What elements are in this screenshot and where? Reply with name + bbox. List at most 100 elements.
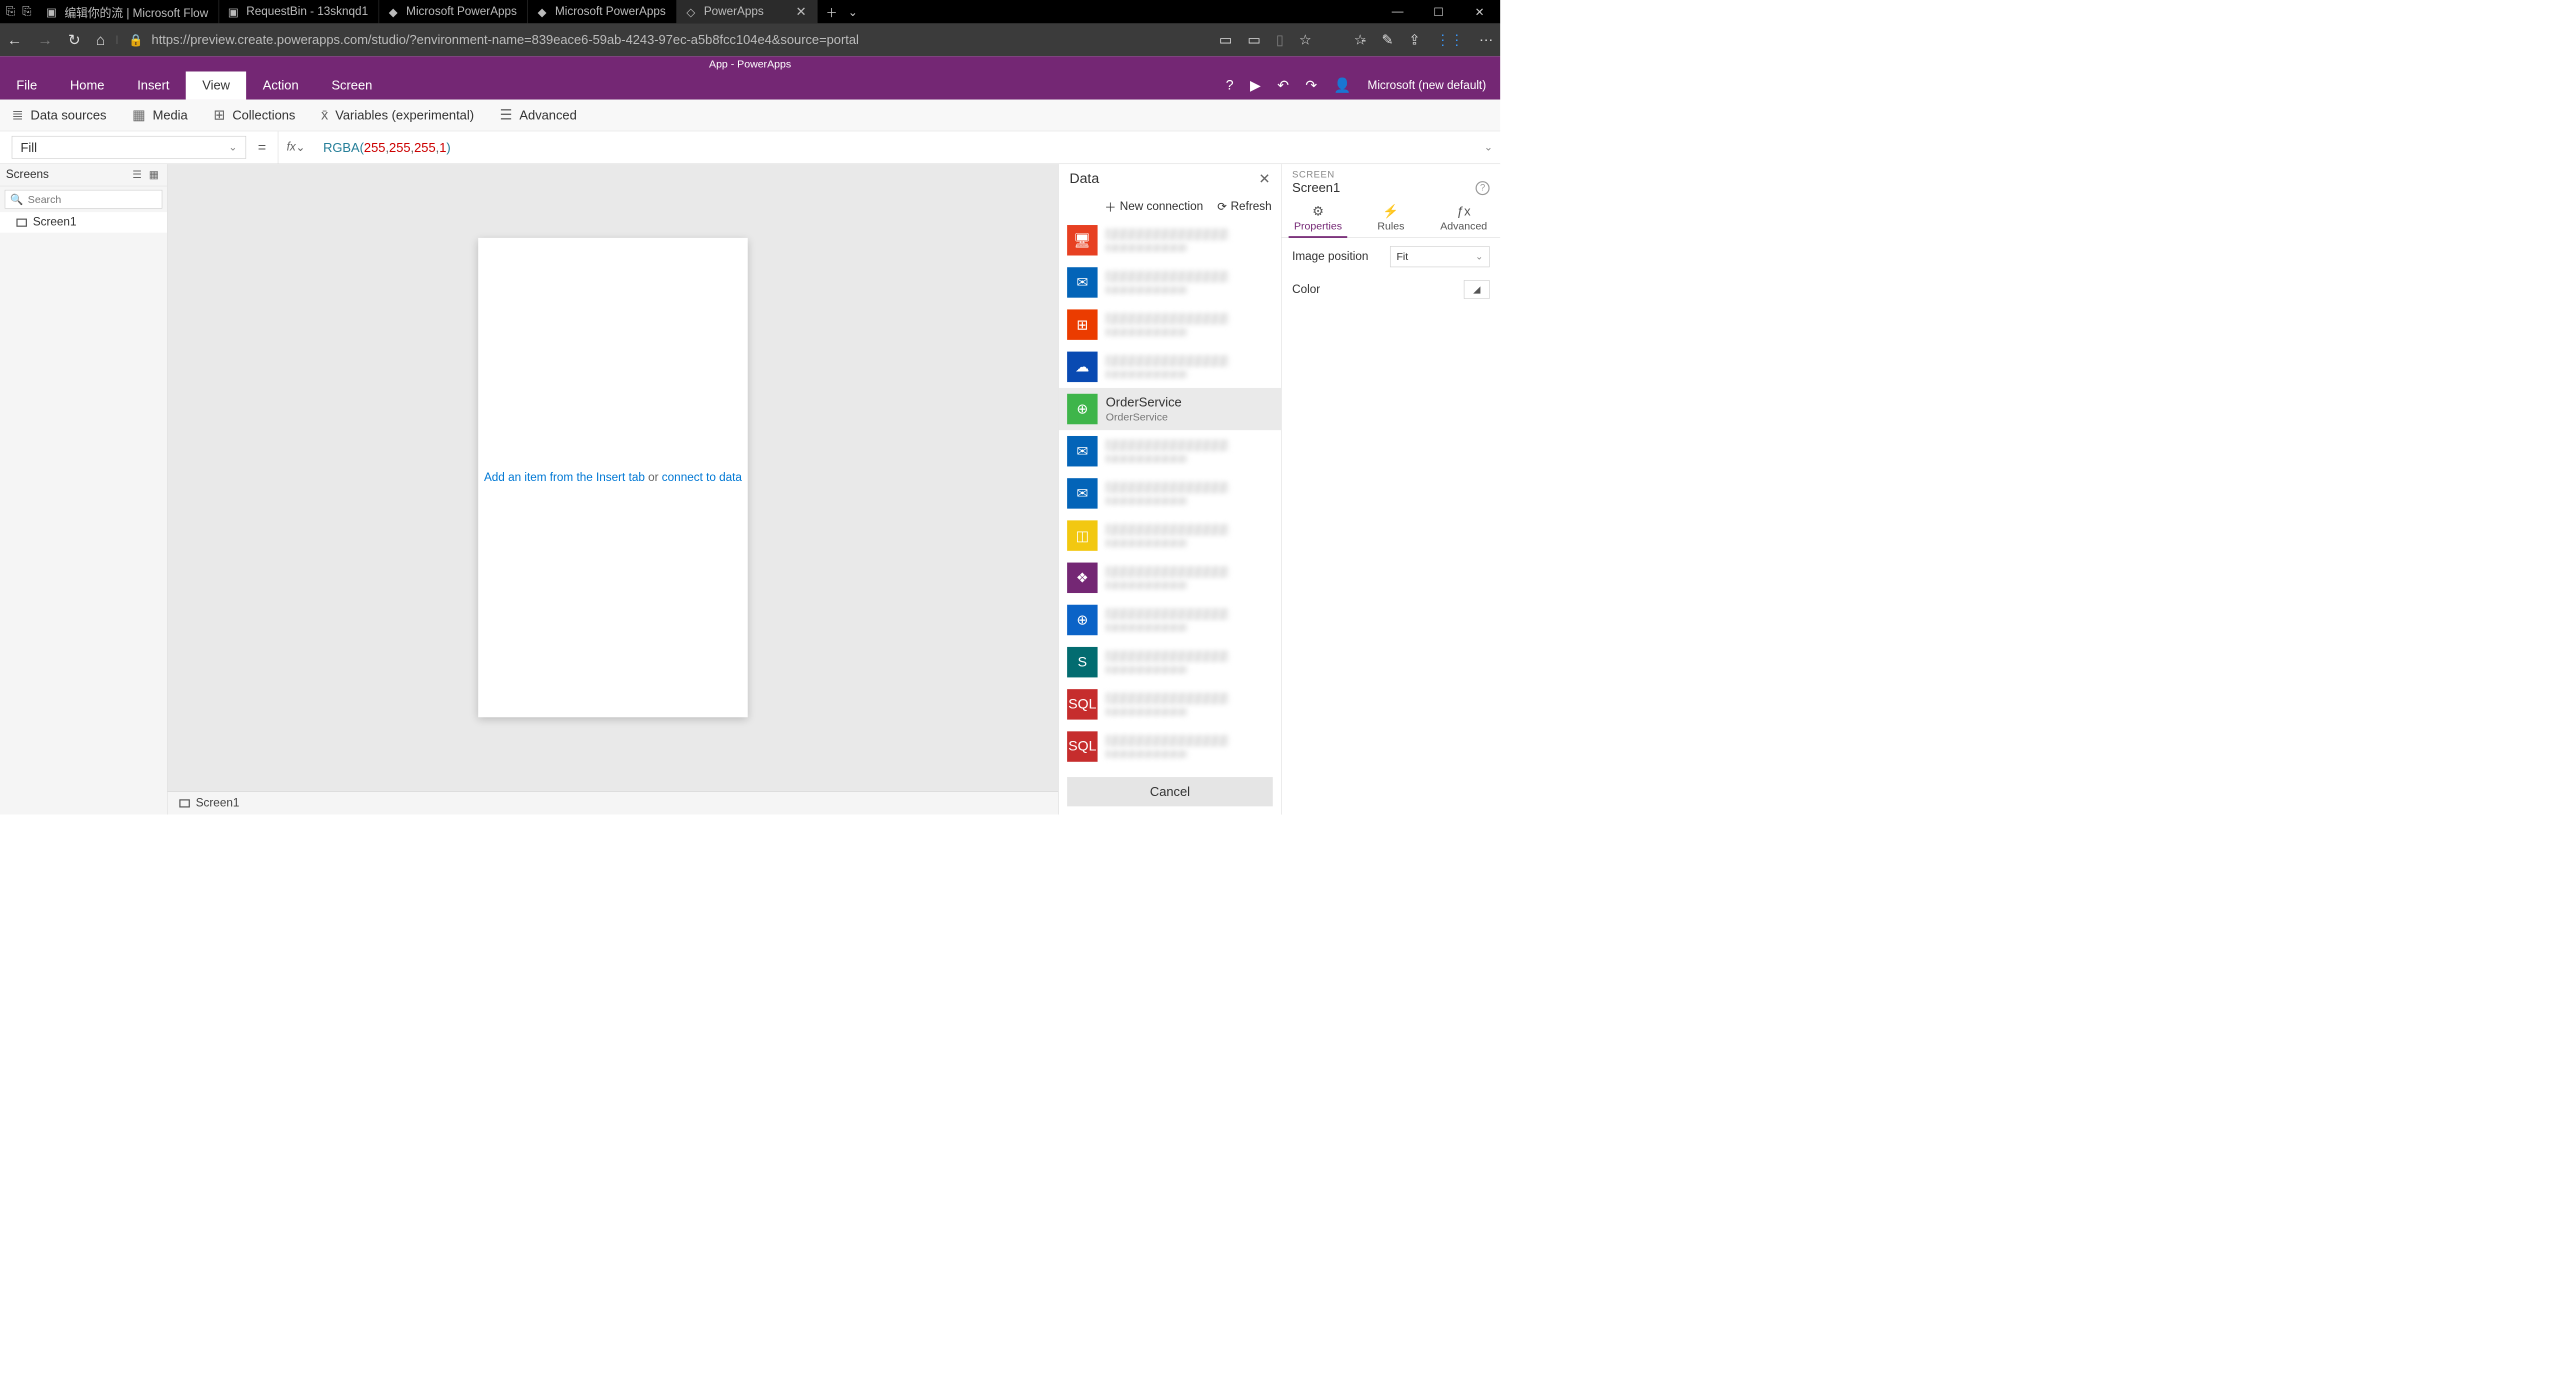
connector-item[interactable]: ⊕	[1059, 599, 1281, 641]
connector-item[interactable]: ☁	[1059, 346, 1281, 388]
browser-tab[interactable]: ◇ PowerApps ✕	[677, 0, 818, 23]
connector-item[interactable]: SQL	[1059, 683, 1281, 725]
browser-tab[interactable]: ◆Microsoft PowerApps	[528, 0, 677, 23]
share-icon[interactable]: ⇪	[1409, 31, 1421, 48]
forward-button[interactable]: →	[38, 31, 53, 49]
properties-panel: SCREEN Screen1 ? ⚙Properties⚡RulesƒxAdva…	[1281, 164, 1500, 814]
plus-icon: ＋	[1105, 198, 1117, 215]
prop-tab-advanced[interactable]: ƒxAdvanced	[1427, 198, 1500, 237]
user-icon[interactable]: 👤	[1334, 77, 1352, 94]
reading-icon[interactable]: ▭	[1219, 31, 1232, 48]
connector-icon: S	[1067, 647, 1097, 677]
formula-input[interactable]: RGBA(255, 255, 255, 1)	[314, 131, 1477, 163]
screens-pane: Screens ☰ ▦ 🔍 Search Screen1	[0, 164, 168, 814]
back-button[interactable]: ←	[7, 31, 22, 49]
image-position-select[interactable]: Fit ⌄	[1390, 246, 1490, 267]
toolbar-icon: ≣	[12, 107, 24, 124]
browser-tab[interactable]: ▣RequestBin - 13sknqd1	[219, 0, 379, 23]
close-tab-button[interactable]: ✕	[796, 4, 807, 19]
undo-button[interactable]: ↶	[1277, 77, 1289, 94]
close-window-button[interactable]: ✕	[1459, 0, 1500, 23]
tree-grid-icon[interactable]: ▦	[149, 169, 159, 181]
refresh-connections-button[interactable]: ⟳Refresh	[1217, 199, 1271, 214]
hint-connect-link[interactable]: connect to data	[662, 471, 742, 484]
search-icon: 🔍	[10, 193, 23, 205]
close-data-panel-button[interactable]: ✕	[1259, 170, 1271, 187]
help-button[interactable]: ?	[1226, 77, 1234, 93]
user-label[interactable]: Microsoft (new default)	[1368, 79, 1487, 92]
chevron-down-icon: ⌄	[1475, 251, 1483, 263]
connector-item[interactable]: S	[1059, 641, 1281, 683]
tab-label: Microsoft PowerApps	[555, 5, 666, 18]
toolbar-variables-experimental-[interactable]: x̄Variables (experimental)	[321, 107, 474, 123]
section-label: SCREEN	[1292, 170, 1489, 181]
ribbon-tab-file[interactable]: File	[0, 71, 54, 99]
screen-preview[interactable]: Add an item from the Insert tab or conne…	[478, 238, 748, 717]
books-icon[interactable]: ▯	[1276, 31, 1284, 48]
connector-item[interactable]: ✉	[1059, 430, 1281, 472]
connector-icon: ✉	[1067, 436, 1097, 466]
tree-item[interactable]: Screen1	[0, 212, 167, 233]
connector-item[interactable]: ✉	[1059, 261, 1281, 303]
expand-formula-button[interactable]: ⌄	[1477, 131, 1500, 163]
connector-item[interactable]: ◫	[1059, 515, 1281, 557]
prop-tab-properties[interactable]: ⚙Properties	[1282, 198, 1355, 237]
connector-orderservice[interactable]: ⊕OrderServiceOrderService	[1059, 388, 1281, 430]
screens-search[interactable]: 🔍 Search	[5, 190, 163, 209]
help-icon[interactable]: ?	[1476, 181, 1490, 195]
window-controls: — ☐ ✕	[1377, 0, 1500, 23]
new-tab-button[interactable]: ＋	[826, 3, 838, 20]
favicon-icon: ◇	[684, 5, 698, 19]
connector-item[interactable]: ✉	[1059, 472, 1281, 514]
addons-icon[interactable]: ⋮⋮	[1436, 31, 1464, 48]
toolbar-icon: ☰	[500, 107, 513, 124]
toolbar-advanced[interactable]: ☰Advanced	[500, 107, 577, 124]
hint-insert-link[interactable]: Add an item from the Insert tab	[484, 471, 645, 484]
tree-list-icon[interactable]: ☰	[132, 169, 141, 181]
ribbon-tab-screen[interactable]: Screen	[315, 71, 389, 99]
connector-item[interactable]: 🖥	[1059, 219, 1281, 261]
property-selector[interactable]: Fill ⌄	[12, 136, 246, 159]
more-icon[interactable]: ⋯	[1479, 31, 1493, 48]
sys-icon[interactable]: ⎘	[22, 5, 31, 18]
toolbar-data-sources[interactable]: ≣Data sources	[12, 107, 107, 124]
color-picker[interactable]: ◢	[1464, 280, 1490, 299]
favorites-icon[interactable]: ☆̵	[1354, 31, 1367, 48]
hint-or: or	[645, 471, 662, 484]
toolbar-collections[interactable]: ⊞Collections	[214, 107, 296, 124]
sys-icon[interactable]: ⎘	[6, 5, 15, 18]
ribbon-tab-home[interactable]: Home	[54, 71, 121, 99]
address-bar: ← → ↻ ⌂ | 🔒 https://preview.create.power…	[0, 23, 1500, 56]
status-bar: Screen1	[168, 791, 1059, 814]
connector-item[interactable]: ❖	[1059, 557, 1281, 599]
toolbar-media[interactable]: ▦Media	[132, 107, 187, 124]
connector-item[interactable]: ⊞	[1059, 304, 1281, 346]
url-field[interactable]: 🔒 https://preview.create.powerapps.com/s…	[129, 32, 1209, 47]
redo-button[interactable]: ↷	[1305, 77, 1317, 94]
new-connection-button[interactable]: ＋New connection	[1105, 198, 1204, 215]
sys-icons: ⎘ ⎘	[0, 0, 38, 23]
browser-tab[interactable]: ▣编辑你的流 | Microsoft Flow	[38, 0, 220, 23]
notes-icon[interactable]: ▭	[1248, 31, 1261, 48]
url-text: https://preview.create.powerapps.com/stu…	[152, 32, 859, 47]
tab-icon: ⚡	[1354, 204, 1427, 219]
star-icon[interactable]: ☆	[1299, 31, 1312, 48]
tree-item-label: Screen1	[33, 216, 77, 229]
connector-item[interactable]: SQL	[1059, 725, 1281, 767]
maximize-button[interactable]: ☐	[1418, 0, 1459, 23]
browser-tab[interactable]: ◆Microsoft PowerApps	[379, 0, 528, 23]
home-button[interactable]: ⌂	[96, 31, 105, 49]
pen-icon[interactable]: ✎	[1382, 31, 1394, 48]
connector-icon: ⊕	[1067, 605, 1097, 635]
fx-label[interactable]: fx ⌄	[278, 131, 314, 163]
prop-tab-rules[interactable]: ⚡Rules	[1354, 198, 1427, 237]
cancel-button[interactable]: Cancel	[1067, 777, 1273, 806]
refresh-button[interactable]: ↻	[68, 31, 81, 49]
tabs-chevron-icon[interactable]: ⌄	[848, 4, 858, 19]
tab-label: PowerApps	[704, 5, 764, 18]
play-button[interactable]: ▶	[1250, 77, 1261, 94]
ribbon-tab-insert[interactable]: Insert	[121, 71, 186, 99]
ribbon-tab-action[interactable]: Action	[246, 71, 315, 99]
ribbon-tab-view[interactable]: View	[186, 71, 247, 99]
minimize-button[interactable]: —	[1377, 0, 1418, 23]
